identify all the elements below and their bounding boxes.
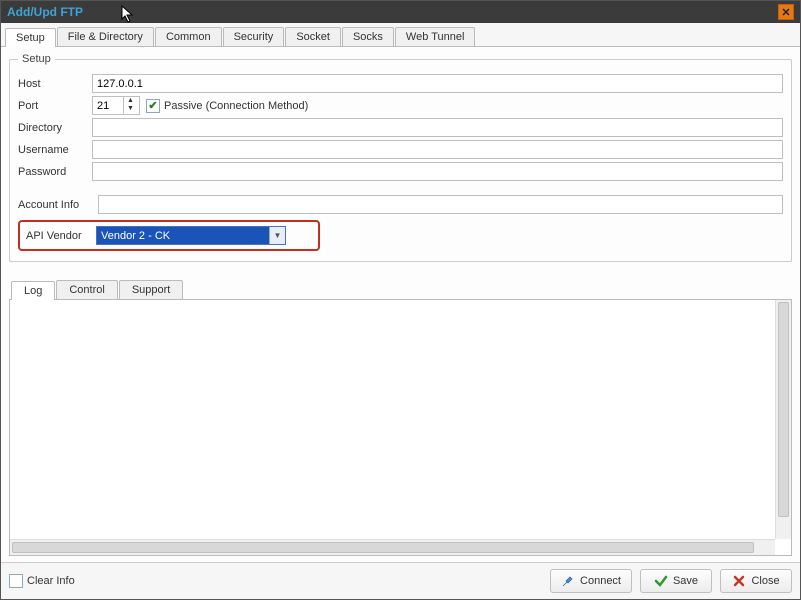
chevron-down-icon[interactable]: ▼ [124,105,137,113]
host-label: Host [18,78,86,90]
sub-tab-log[interactable]: Log [11,281,55,300]
account-info-label: Account Info [18,199,92,211]
password-label: Password [18,166,86,178]
password-field[interactable] [92,162,783,181]
tab-label: Setup [16,32,45,44]
tab-socket[interactable]: Socket [285,27,341,46]
api-vendor-label: API Vendor [26,230,96,242]
connect-button[interactable]: Connect [550,569,632,593]
tab-common[interactable]: Common [155,27,222,46]
tab-label: File & Directory [68,31,143,43]
setup-group: Setup Host Port ▲ ▼ ✔ Passive (Connectio… [9,53,792,262]
api-vendor-row: API Vendor Vendor 2 - CK ▼ [18,220,320,251]
directory-field[interactable] [92,118,783,137]
button-label: Close [751,575,779,587]
scrollbar-thumb[interactable] [12,542,754,553]
window-title: Add/Upd FTP [7,5,83,19]
close-button[interactable]: Close [720,569,792,593]
api-vendor-select[interactable]: Vendor 2 - CK ▼ [96,226,286,245]
tab-setup[interactable]: Setup [5,28,56,47]
sub-tab-label: Control [69,284,104,296]
mouse-cursor-icon [121,5,135,23]
port-spin-arrows[interactable]: ▲ ▼ [123,97,137,114]
tab-label: Socks [353,31,383,43]
passive-checkbox[interactable]: ✔ Passive (Connection Method) [146,99,308,113]
host-field[interactable] [92,74,783,93]
vertical-scrollbar[interactable] [775,300,791,539]
tab-socks[interactable]: Socks [342,27,394,46]
tab-label: Web Tunnel [406,31,465,43]
window-close-button[interactable]: ✕ [778,4,794,20]
x-icon [732,574,746,588]
sub-tabs: Log Control Support [9,280,792,300]
sub-tab-control[interactable]: Control [56,280,117,299]
scrollbar-thumb[interactable] [778,302,789,517]
directory-label: Directory [18,122,86,134]
tab-security[interactable]: Security [223,27,285,46]
sub-tab-label: Log [24,285,42,297]
tab-web-tunnel[interactable]: Web Tunnel [395,27,476,46]
check-icon [654,574,668,588]
tab-file-directory[interactable]: File & Directory [57,27,154,46]
titlebar: Add/Upd FTP ✕ [1,1,800,23]
api-vendor-value: Vendor 2 - CK [97,227,269,244]
port-label: Port [18,100,86,112]
tab-label: Security [234,31,274,43]
passive-label: Passive (Connection Method) [164,100,308,112]
checkbox-box: ✔ [9,574,23,588]
tab-label: Common [166,31,211,43]
plug-icon [561,574,575,588]
main-tabs: Setup File & Directory Common Security S… [1,23,800,47]
tab-label: Socket [296,31,330,43]
button-label: Connect [580,575,621,587]
clear-info-label: Clear Info [27,575,75,587]
checkbox-box: ✔ [146,99,160,113]
save-button[interactable]: Save [640,569,712,593]
username-label: Username [18,144,86,156]
sub-tab-support[interactable]: Support [119,280,184,299]
username-field[interactable] [92,140,783,159]
account-info-field[interactable] [98,195,783,214]
chevron-up-icon[interactable]: ▲ [124,97,137,105]
horizontal-scrollbar[interactable] [10,539,775,555]
window: Add/Upd FTP ✕ Setup File & Directory Com… [0,0,801,600]
sub-tab-label: Support [132,284,171,296]
chevron-down-icon: ▼ [269,227,285,244]
port-stepper[interactable]: ▲ ▼ [92,96,140,115]
clear-info-checkbox[interactable]: ✔ Clear Info [9,574,75,588]
bottom-bar: ✔ Clear Info Connect Save Close [1,562,800,599]
button-label: Save [673,575,698,587]
port-field[interactable] [93,97,123,114]
setup-legend: Setup [18,53,55,65]
tab-body: Setup Host Port ▲ ▼ ✔ Passive (Connectio… [1,47,800,562]
log-area[interactable] [9,300,792,556]
